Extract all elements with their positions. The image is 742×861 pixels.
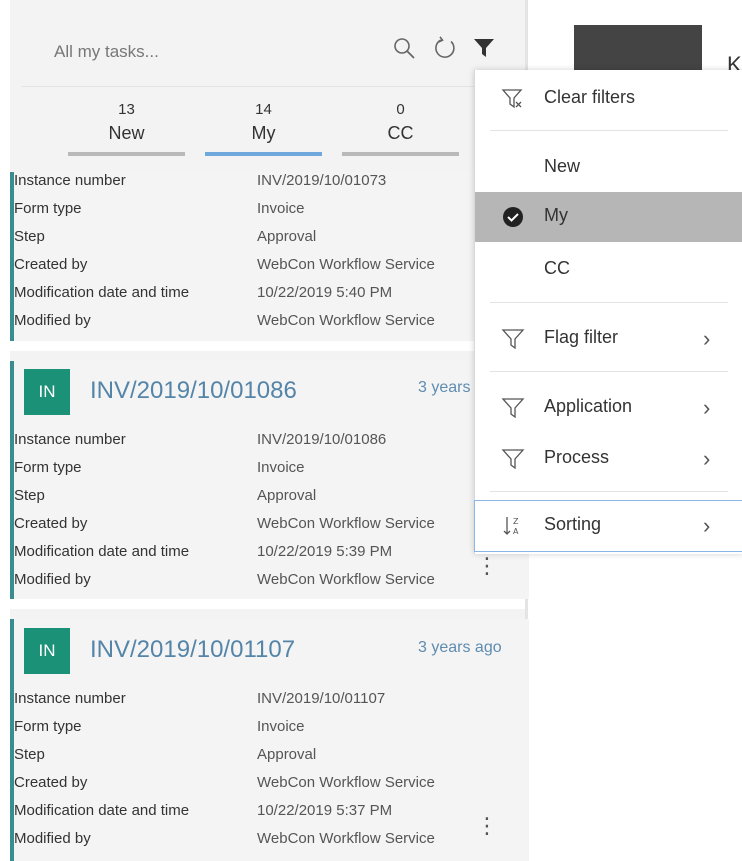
field-label: Created by	[14, 515, 88, 532]
field-value: Approval	[257, 228, 317, 245]
funnel-outline-icon	[501, 396, 525, 420]
card-title[interactable]: INV/2019/10/01086	[90, 377, 297, 405]
field-value: INV/2019/10/01073	[257, 172, 387, 189]
field-label: Form type	[14, 459, 82, 476]
menu-item-clear-filters[interactable]: Clear filters	[475, 74, 742, 124]
menu-item-label: Application	[544, 396, 633, 416]
field-value: Invoice	[257, 718, 305, 735]
card-timestamp: 3 years ago	[418, 639, 502, 656]
chevron-right-icon: ›	[703, 513, 711, 538]
field-label: Modified by	[14, 312, 91, 329]
card-timestamp: 3 years	[418, 379, 471, 396]
check-circle-icon	[501, 205, 525, 229]
menu-item-sorting[interactable]: ZA Sorting ›	[474, 500, 742, 552]
field-value: WebCon Workflow Service	[257, 515, 435, 532]
sort-az-icon: ZA	[501, 514, 525, 538]
menu-item-label: New	[544, 156, 581, 176]
field-value: INV/2019/10/01086	[257, 431, 387, 448]
card-separator	[10, 341, 525, 351]
refresh-icon[interactable]	[433, 36, 457, 60]
form-type-badge: IN	[24, 369, 70, 415]
chevron-right-icon: ›	[703, 395, 711, 420]
tab-label: New	[108, 123, 145, 143]
filter-menu: Clear filters New My CC Flag filter › Ap…	[474, 70, 742, 554]
field-value: Invoice	[257, 200, 305, 217]
field-value: Approval	[257, 487, 317, 504]
field-value: WebCon Workflow Service	[257, 774, 435, 791]
card-separator	[10, 599, 525, 609]
menu-item-process[interactable]: Process ›	[475, 434, 742, 484]
field-value: Invoice	[257, 459, 305, 476]
chevron-right-icon: ›	[703, 326, 711, 351]
funnel-outline-icon	[501, 447, 525, 471]
field-value: 10/22/2019 5:39 PM	[257, 543, 393, 560]
tab-underline	[205, 152, 322, 156]
clear-filter-icon	[501, 87, 525, 111]
menu-divider	[490, 302, 728, 303]
menu-divider	[490, 130, 728, 131]
menu-item-label: Flag filter	[544, 327, 619, 347]
field-label: Instance number	[14, 172, 126, 189]
more-vertical-icon[interactable]: ⋮	[476, 553, 498, 579]
tab-count: 13	[118, 101, 135, 118]
tab-underline	[68, 152, 185, 156]
field-value: INV/2019/10/01107	[257, 690, 386, 707]
left-margin	[0, 0, 10, 861]
chevron-right-icon: ›	[703, 446, 711, 471]
field-label: Step	[14, 487, 45, 504]
field-label: Modification date and time	[14, 284, 190, 301]
menu-item-flag-filter[interactable]: Flag filter ›	[475, 314, 742, 364]
field-value: Approval	[257, 746, 317, 763]
field-label: Form type	[14, 200, 82, 217]
menu-divider	[490, 491, 728, 492]
menu-item-label: Clear filters	[544, 87, 636, 107]
tab-label: CC	[387, 123, 414, 143]
tab-new[interactable]: 13 New	[68, 100, 185, 156]
svg-text:Z: Z	[513, 517, 519, 526]
search-input[interactable]: All my tasks...	[54, 42, 159, 62]
tab-cc[interactable]: 0 CC	[342, 100, 459, 156]
card-title[interactable]: INV/2019/10/01107	[90, 636, 295, 664]
field-value: 10/22/2019 5:40 PM	[257, 284, 393, 301]
header-divider	[22, 86, 502, 87]
menu-item-application[interactable]: Application ›	[475, 383, 742, 433]
field-label: Step	[14, 228, 45, 245]
field-label: Modification date and time	[14, 802, 190, 819]
menu-item-label: Sorting	[544, 514, 602, 534]
svg-text:A: A	[513, 527, 519, 536]
field-value: WebCon Workflow Service	[257, 312, 435, 329]
tab-my[interactable]: 14 My	[205, 100, 322, 156]
tab-underline	[342, 152, 459, 156]
menu-item-new[interactable]: New	[475, 143, 742, 193]
tab-count: 0	[396, 101, 405, 118]
field-value: WebCon Workflow Service	[257, 830, 435, 847]
field-value: 10/22/2019 5:37 PM	[257, 802, 393, 819]
field-label: Instance number	[14, 431, 126, 448]
menu-item-label: Process	[544, 447, 610, 467]
field-value: WebCon Workflow Service	[257, 571, 435, 588]
search-icon[interactable]	[392, 36, 416, 60]
field-label: Modification date and time	[14, 543, 190, 560]
field-label: Form type	[14, 718, 82, 735]
menu-item-label: CC	[544, 258, 570, 278]
field-value: WebCon Workflow Service	[257, 256, 435, 273]
menu-item-cc[interactable]: CC	[475, 245, 742, 295]
field-label: Created by	[14, 256, 88, 273]
filter-icon[interactable]	[472, 36, 496, 60]
form-type-badge: IN	[24, 628, 70, 674]
funnel-outline-icon	[501, 327, 525, 351]
menu-item-label: My	[544, 205, 568, 225]
field-label: Modified by	[14, 571, 91, 588]
field-label: Step	[14, 746, 45, 763]
field-label: Created by	[14, 774, 88, 791]
menu-item-my[interactable]: My	[475, 192, 742, 242]
more-vertical-icon[interactable]: ⋮	[476, 813, 498, 839]
tab-label: My	[251, 123, 276, 143]
field-label: Instance number	[14, 690, 126, 707]
field-label: Modified by	[14, 830, 91, 847]
menu-divider	[490, 371, 728, 372]
tab-count: 14	[255, 101, 272, 118]
